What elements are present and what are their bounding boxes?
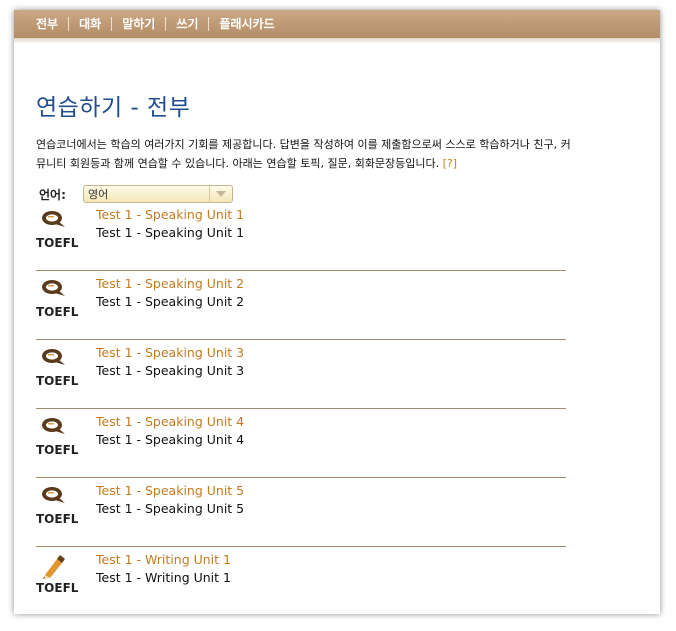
list-item: TOEFL Test 1 - Speaking Unit 2 Test 1 - …	[36, 271, 566, 340]
nav-item-writing[interactable]: 쓰기	[166, 17, 208, 31]
list-item: TOEFL Test 1 - Speaking Unit 3 Test 1 - …	[36, 340, 566, 409]
list-item: TOEFL Test 1 - Writing Unit 1 Test 1 - W…	[36, 547, 566, 614]
speech-bubble-icon	[39, 208, 67, 230]
speech-bubble-icon	[39, 277, 67, 299]
top-nav: 전부 대화 말하기 쓰기 플래시카드	[14, 10, 660, 38]
item-type: TOEFL	[36, 374, 79, 388]
item-subtitle: Test 1 - Speaking Unit 3	[96, 363, 245, 378]
intro-text: 연습코너에서는 학습의 여러가지 기회를 제공합니다. 답변을 작성하여 이를 …	[36, 135, 626, 173]
help-link[interactable]: [?]	[443, 157, 457, 170]
item-title-link[interactable]: Test 1 - Writing Unit 1	[96, 552, 231, 567]
nav-separator	[165, 17, 167, 31]
item-type: TOEFL	[36, 512, 79, 526]
item-type: TOEFL	[36, 581, 79, 595]
list-item: TOEFL Test 1 - Speaking Unit 5 Test 1 - …	[36, 478, 566, 547]
nav-separator	[208, 17, 210, 31]
language-row: 언어: 영어	[39, 185, 638, 203]
page-title: 연습하기 - 전부	[36, 95, 191, 121]
nav-separator	[68, 17, 70, 31]
language-selected-value: 영어	[88, 188, 109, 201]
nav-item-all[interactable]: 전부	[28, 17, 68, 31]
intro-line-2: 뮤니티 회원등과 함께 연습할 수 있습니다. 아래는 연습할 토픽, 질문, …	[36, 157, 440, 170]
item-subtitle: Test 1 - Speaking Unit 1	[96, 225, 245, 240]
item-type: TOEFL	[36, 305, 79, 319]
item-type: TOEFL	[36, 236, 79, 250]
item-subtitle: Test 1 - Speaking Unit 5	[96, 501, 245, 516]
nav-separator	[111, 17, 113, 31]
nav-shadow	[14, 38, 660, 44]
intro-line-1: 연습코너에서는 학습의 여러가지 기회를 제공합니다. 답변을 작성하여 이를 …	[36, 138, 571, 151]
main-content: 연습하기 - 전부 연습코너에서는 학습의 여러가지 기회를 제공합니다. 답변…	[14, 88, 660, 614]
item-title-link[interactable]: Test 1 - Speaking Unit 2	[96, 276, 244, 291]
item-type: TOEFL	[36, 443, 79, 457]
item-title-link[interactable]: Test 1 - Speaking Unit 3	[96, 345, 244, 360]
item-subtitle: Test 1 - Speaking Unit 2	[96, 294, 245, 309]
browser-frame: 전부 대화 말하기 쓰기 플래시카드 연습하기 - 전부 연습코너에서는 학습의…	[14, 10, 660, 614]
speech-bubble-icon	[39, 346, 67, 368]
speech-bubble-icon	[39, 415, 67, 437]
list-item: TOEFL Test 1 - Speaking Unit 4 Test 1 - …	[36, 409, 566, 478]
nav-item-conversation[interactable]: 대화	[69, 17, 111, 31]
nav-item-flashcards[interactable]: 플래시카드	[209, 17, 284, 31]
practice-list: TOEFL Test 1 - Speaking Unit 1 Test 1 - …	[36, 207, 638, 614]
item-title-link[interactable]: Test 1 - Speaking Unit 5	[96, 483, 244, 498]
list-item: TOEFL Test 1 - Speaking Unit 1 Test 1 - …	[36, 207, 566, 271]
speech-bubble-icon	[39, 484, 67, 506]
language-select[interactable]: 영어	[83, 185, 233, 203]
pencil-icon	[39, 553, 67, 579]
nav-item-speaking[interactable]: 말하기	[112, 17, 165, 31]
item-title-link[interactable]: Test 1 - Speaking Unit 4	[96, 414, 244, 429]
item-subtitle: Test 1 - Writing Unit 1	[96, 570, 231, 585]
item-title-link[interactable]: Test 1 - Speaking Unit 1	[96, 207, 244, 222]
chevron-down-icon	[209, 186, 232, 202]
language-label: 언어:	[39, 187, 66, 202]
item-subtitle: Test 1 - Speaking Unit 4	[96, 432, 245, 447]
